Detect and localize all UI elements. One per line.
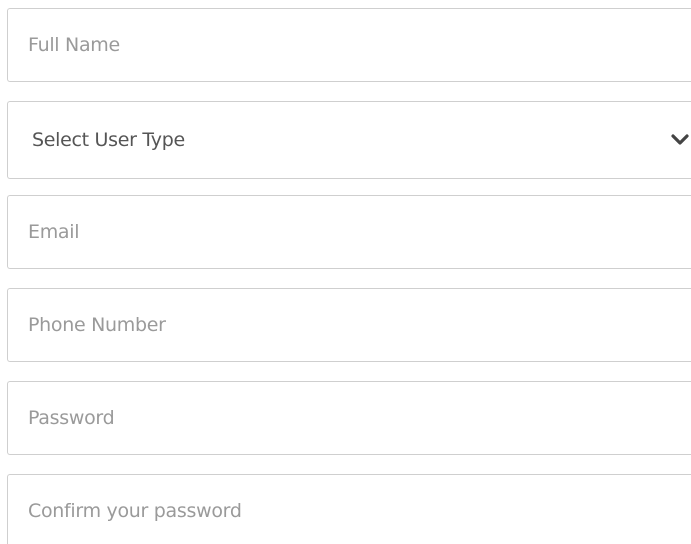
phone-number-placeholder: Phone Number — [28, 314, 166, 336]
chevron-down-icon[interactable] — [671, 133, 689, 147]
email-field[interactable]: Email — [7, 195, 691, 269]
user-type-select[interactable]: Select User Type — [7, 101, 691, 179]
confirm-password-placeholder: Confirm your password — [28, 500, 242, 522]
registration-form: Full Name Select User Type Email Phone N… — [7, 8, 691, 544]
user-type-selected-value: Select User Type — [32, 129, 185, 151]
phone-number-field[interactable]: Phone Number — [7, 288, 691, 362]
password-placeholder: Password — [28, 407, 115, 429]
password-field[interactable]: Password — [7, 381, 691, 455]
email-placeholder: Email — [28, 221, 80, 243]
full-name-field[interactable]: Full Name — [7, 8, 691, 82]
full-name-placeholder: Full Name — [28, 34, 120, 56]
confirm-password-field[interactable]: Confirm your password — [7, 474, 691, 544]
